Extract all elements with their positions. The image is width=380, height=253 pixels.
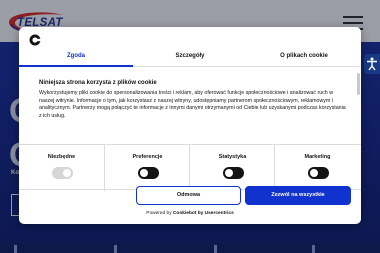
category-label: Niezbędne (47, 154, 76, 160)
category-statistics: Statystyka (189, 145, 274, 191)
cookie-tabs: Zgoda Szczegóły O plikach cookie (19, 47, 361, 67)
powered-by-prefix: Powered by (146, 211, 172, 216)
tab-about-cookies[interactable]: O plikach cookie (247, 47, 361, 67)
preferences-toggle[interactable] (138, 167, 159, 179)
statistics-toggle[interactable] (223, 167, 244, 179)
powered-by: Powered by Cookiebot by Usercentrics (19, 211, 361, 216)
marketing-toggle[interactable] (308, 167, 329, 179)
accessibility-widget[interactable] (364, 54, 380, 74)
tab-details[interactable]: Szczegóły (133, 47, 247, 67)
category-preferences: Preferencje (104, 145, 189, 191)
cookiebot-logo-icon (29, 34, 41, 46)
accessibility-icon (367, 57, 377, 71)
category-toggles: Niezbędne Preferencje Statystyka Marketi… (19, 144, 361, 191)
category-label: Marketing (304, 154, 331, 160)
content-scrollbar[interactable] (357, 73, 360, 95)
deny-button[interactable]: Odmowa (136, 186, 241, 205)
allow-all-button[interactable]: Zezwól na wszystkie (245, 186, 351, 205)
category-marketing: Marketing (274, 145, 361, 191)
category-label: Statystyka (218, 154, 247, 160)
category-label: Preferencje (132, 154, 163, 160)
tab-consent[interactable]: Zgoda (19, 47, 133, 67)
necessary-toggle (52, 167, 73, 179)
cookiebot-link[interactable]: Cookiebot by Usercentrics (173, 211, 234, 216)
cookie-consent-dialog: Zgoda Szczegóły O plikach cookie Niniejs… (19, 27, 361, 224)
category-necessary: Niezbędne (19, 145, 104, 191)
cookie-description: Wykorzystujemy pliki cookie do spersonal… (39, 90, 346, 119)
cookie-title: Niniejsza strona korzysta z plików cooki… (39, 80, 157, 86)
